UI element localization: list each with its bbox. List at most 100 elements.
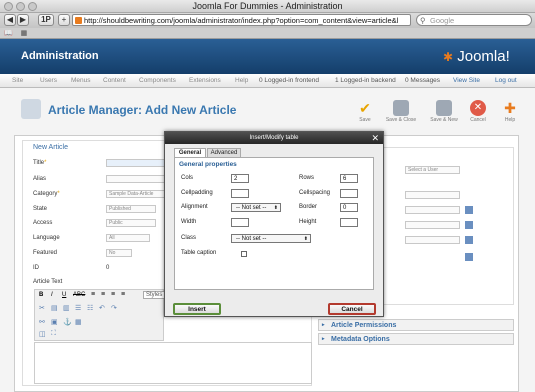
bookmarks-icon[interactable]: 📖 (4, 30, 13, 37)
menu-help[interactable]: Help (235, 74, 248, 88)
calendar-icon[interactable] (465, 253, 473, 261)
add-tab-button[interactable]: + (58, 14, 70, 26)
cols-label: Cols (181, 175, 194, 181)
window-title: Joomla For Dummies - Administration (192, 1, 343, 11)
undo-icon[interactable]: ↶ (99, 304, 105, 312)
cancel-icon[interactable]: ✕ (470, 100, 486, 116)
height-label: Height (299, 219, 317, 225)
cut-icon[interactable]: ✂ (39, 304, 45, 312)
insert-button[interactable]: Insert (173, 303, 221, 315)
editor-area[interactable] (34, 342, 312, 384)
menu-site[interactable]: Site (12, 74, 23, 88)
editor-toolbar: B I U ABC ≡ ≡ ≡ ≡ Styles ✂ ▤ ▥ ☰ ☷ ↶ ↷ ⚯… (34, 289, 166, 341)
language-select[interactable]: All (106, 234, 150, 242)
save-icon[interactable]: ✔ (357, 100, 373, 116)
help-button[interactable]: Help (498, 117, 522, 123)
alias-by-input[interactable] (405, 191, 460, 199)
title-input[interactable] (106, 159, 166, 167)
metadata-options-toggle[interactable]: ▸ Metadata Options (318, 333, 514, 345)
finish-publishing-input[interactable] (405, 236, 460, 244)
minimize-window-icon[interactable] (16, 2, 25, 11)
tab-general[interactable]: General (174, 148, 206, 157)
id-label: ID (33, 265, 39, 271)
article-icon (21, 99, 41, 119)
justify-icon[interactable]: ≡ (121, 291, 125, 298)
zoom-window-icon[interactable] (28, 2, 37, 11)
anchor-icon[interactable]: ⚓ (63, 318, 72, 326)
forward-button[interactable]: ▶ (17, 14, 29, 26)
menu-menus[interactable]: Menus (71, 74, 91, 88)
view-site-link[interactable]: View Site (453, 74, 480, 88)
numbered-list-icon[interactable]: ☷ (87, 304, 93, 312)
menu-users[interactable]: Users (40, 74, 57, 88)
table-icon[interactable]: ▦ (75, 318, 82, 326)
cancel-dialog-button[interactable]: Cancel (328, 303, 376, 315)
status-backend: 1 Logged-in backend (335, 77, 396, 84)
state-select[interactable]: Published (106, 205, 156, 213)
created-by-input[interactable]: Select a User (405, 166, 460, 174)
html-icon[interactable]: ◫ (39, 330, 46, 338)
dialog-title-bar: Insert/Modify table ✕ (165, 132, 383, 144)
menu-content[interactable]: Content (103, 74, 126, 88)
grid-view-icon[interactable]: ▦ (21, 30, 28, 37)
help-icon[interactable]: ✚ (502, 100, 518, 116)
copy-icon[interactable]: ▤ (51, 304, 58, 312)
tab-advanced[interactable]: Advanced (207, 148, 241, 157)
align-center-icon[interactable]: ≡ (101, 291, 105, 298)
featured-select[interactable]: No (106, 249, 132, 257)
share-button[interactable]: 1P (38, 14, 54, 26)
menu-components[interactable]: Components (139, 74, 176, 88)
image-icon[interactable]: ▣ (51, 318, 58, 326)
bullet-list-icon[interactable]: ☰ (75, 304, 81, 312)
back-button[interactable]: ◀ (4, 14, 16, 26)
rows-input[interactable]: 6 (340, 174, 358, 183)
access-select[interactable]: Public (106, 219, 156, 227)
cellspacing-input[interactable] (340, 189, 358, 198)
address-bar[interactable]: http://shouldbewriting.com/joomla/admini… (72, 14, 411, 26)
save-new-icon[interactable] (436, 100, 452, 116)
save-close-button[interactable]: Save & Close (381, 117, 421, 123)
close-icon[interactable]: ✕ (371, 133, 379, 143)
menu-extensions[interactable]: Extensions (189, 74, 221, 88)
calendar-icon[interactable] (465, 221, 473, 229)
width-input[interactable] (231, 218, 249, 227)
created-date-input[interactable] (405, 206, 460, 214)
underline-icon[interactable]: U (62, 292, 66, 298)
alias-input[interactable] (106, 175, 166, 183)
save-button[interactable]: Save (352, 117, 378, 123)
logout-link[interactable]: Log out (495, 74, 517, 88)
fullscreen-icon[interactable]: ⛶ (51, 330, 56, 338)
height-input[interactable] (340, 218, 358, 227)
align-right-icon[interactable]: ≡ (111, 291, 115, 298)
strikethrough-icon[interactable]: ABC (73, 292, 85, 298)
alignment-label: Alignment (181, 204, 208, 210)
calendar-icon[interactable] (465, 236, 473, 244)
redo-icon[interactable]: ↷ (111, 304, 117, 312)
language-label: Language (33, 235, 60, 241)
rows-label: Rows (299, 175, 315, 181)
start-publishing-input[interactable] (405, 221, 460, 229)
calendar-icon[interactable] (465, 206, 473, 214)
category-select[interactable]: Sample Data-Article (106, 190, 166, 198)
save-new-button[interactable]: Save & New (424, 117, 464, 123)
link-icon[interactable]: ⚯ (39, 318, 45, 326)
cellpadding-input[interactable] (231, 189, 249, 198)
alignment-select[interactable]: -- Not set -- ⬍ (231, 203, 281, 212)
save-close-icon[interactable] (393, 100, 409, 116)
class-select[interactable]: -- Not set -- ⬍ (231, 234, 311, 243)
article-legend: New Article (31, 144, 71, 151)
close-window-icon[interactable] (4, 2, 13, 11)
styles-select[interactable]: Styles (143, 291, 166, 299)
italic-icon[interactable]: I (51, 292, 53, 298)
paste-icon[interactable]: ▥ (63, 304, 70, 312)
cancel-button[interactable]: Cancel (464, 117, 492, 123)
border-input[interactable]: 0 (340, 203, 358, 212)
search-input[interactable]: ⚲ Google (416, 14, 532, 26)
table-caption-label: Table caption (181, 250, 217, 256)
align-left-icon[interactable]: ≡ (91, 291, 95, 298)
bold-icon[interactable]: B (39, 292, 43, 298)
article-permissions-toggle[interactable]: ▸ Article Permissions (318, 319, 514, 331)
state-label: State (33, 206, 48, 212)
table-caption-checkbox[interactable] (241, 251, 247, 257)
cols-input[interactable]: 2 (231, 174, 249, 183)
